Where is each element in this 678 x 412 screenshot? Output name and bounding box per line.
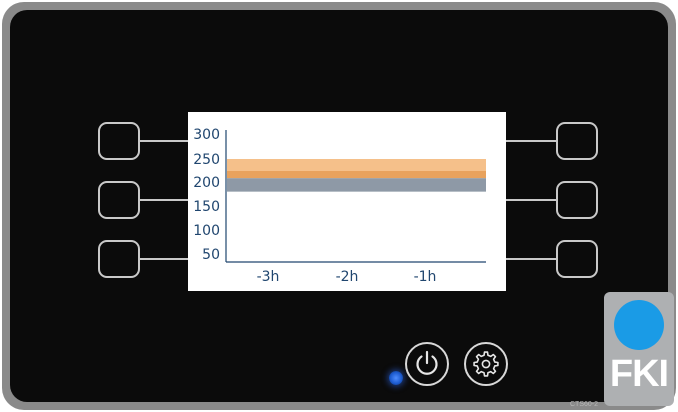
chart-band-2 — [227, 171, 486, 179]
controller-panel: 300 250 200 150 100 50 -3h -2h -1h FKI C… — [0, 0, 678, 412]
x-tick-label: -2h — [335, 269, 359, 285]
settings-button[interactable] — [464, 342, 508, 386]
left-softkey-1-lead — [140, 140, 188, 142]
right-softkey-1-lead — [506, 140, 556, 142]
right-softkey-1[interactable] — [556, 122, 598, 160]
model-number: CTS60-2 — [570, 401, 599, 408]
left-softkey-1[interactable] — [98, 122, 140, 160]
left-softkey-3[interactable] — [98, 240, 140, 278]
chart-band-1 — [227, 159, 486, 171]
x-tick-label: -1h — [413, 269, 437, 285]
trend-chart — [225, 130, 486, 263]
right-softkey-2-lead — [506, 199, 556, 201]
right-softkey-3-lead — [506, 258, 556, 260]
status-led — [389, 371, 403, 385]
x-tick-label: -3h — [256, 269, 280, 285]
gear-icon — [473, 351, 499, 377]
left-softkey-2-lead — [140, 199, 188, 201]
right-softkey-2[interactable] — [556, 181, 598, 219]
power-icon — [416, 350, 438, 375]
power-button[interactable] — [405, 342, 449, 386]
chart-band-3 — [227, 178, 486, 192]
logo-disc — [614, 300, 664, 350]
bands-layer — [227, 159, 486, 192]
left-softkey-3-lead — [140, 258, 188, 260]
left-softkey-2[interactable] — [98, 181, 140, 219]
right-softkey-3[interactable] — [556, 240, 598, 278]
logo-text: FKI — [609, 353, 669, 395]
brand-logo: FKI — [604, 292, 674, 406]
display-screen: 300 250 200 150 100 50 -3h -2h -1h — [188, 112, 506, 291]
